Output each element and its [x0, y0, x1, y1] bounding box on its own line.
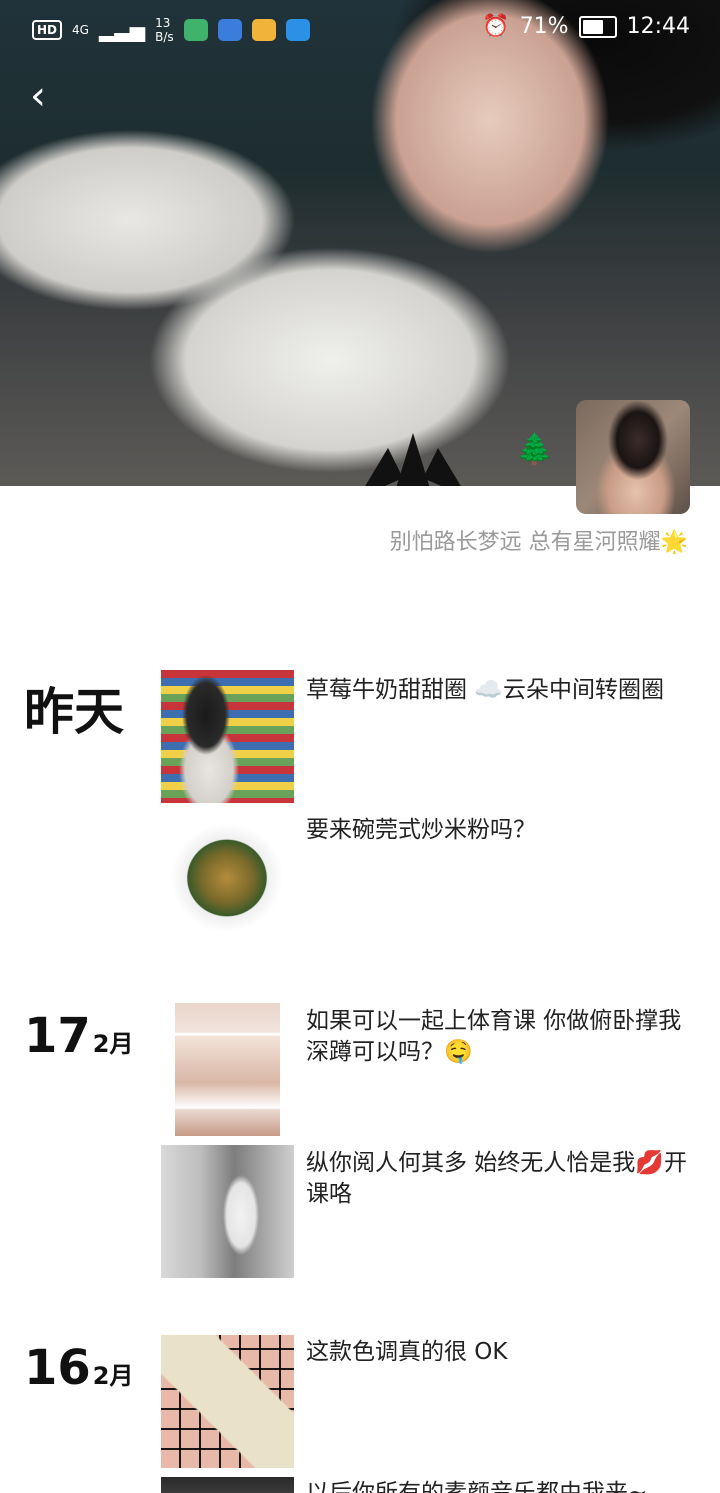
star-icon: 🌟 [660, 530, 688, 555]
signature-text: 别怕路长梦远 总有星河照耀 [389, 530, 661, 555]
status-right: ⏰ 71% 12:44 [482, 14, 690, 39]
post-text[interactable]: 纵你阅人何其多 始终无人恰是我💋开课咯 [306, 1148, 696, 1210]
post-text[interactable]: 这款色调真的很 OK [306, 1337, 696, 1368]
post-thumbnail[interactable] [161, 1477, 294, 1493]
profile-signature: 别怕路长梦远 总有星河照耀🌟 [390, 524, 688, 556]
date-day: 17 [24, 1008, 91, 1064]
app-notification-icon [183, 19, 208, 41]
post-thumbnail[interactable] [161, 1335, 294, 1468]
network-type: 4G [72, 23, 89, 37]
date-month: 2月 [92, 1030, 134, 1058]
clock: 12:44 [626, 14, 690, 39]
battery-icon [578, 15, 617, 38]
back-button[interactable]: ‹ [18, 76, 58, 120]
date-day: 16 [24, 1340, 91, 1396]
trefoil-logo [365, 433, 461, 486]
post-text[interactable]: 如果可以一起上体育课 你做俯卧撑我深蹲可以吗？🤤 [306, 1006, 696, 1068]
post-thumbnail[interactable] [161, 670, 294, 803]
date-label: 162月 [24, 1344, 134, 1400]
avatar[interactable] [576, 400, 690, 514]
post-thumbnail[interactable] [161, 812, 294, 945]
battery-percent: 71% [519, 14, 569, 39]
christmas-tree-icon: 🌲 [516, 432, 554, 467]
alipay-icon [285, 19, 310, 41]
post-thumbnail[interactable] [161, 1145, 294, 1278]
post-text[interactable]: 以后你所有的素颜音乐都由我来~ [306, 1478, 696, 1493]
net-speed-unit: B/s [155, 30, 174, 44]
alarm-icon: ⏰ [482, 14, 510, 39]
status-bar: HD 4G ▂▃▅ 13 B/s ⏰ 71% 12:44 [0, 0, 720, 56]
chevron-left-icon: ‹ [30, 73, 46, 119]
post-text[interactable]: 草莓牛奶甜甜圈 ☁️云朵中间转圈圈 [306, 675, 696, 706]
post-thumbnail[interactable] [175, 1003, 280, 1136]
status-left: HD 4G ▂▃▅ 13 B/s [32, 16, 310, 44]
date-month: 2月 [92, 1362, 134, 1390]
hd-badge: HD [32, 20, 63, 40]
message-app-icon [251, 19, 276, 41]
signal-icon: ▂▃▅ [98, 18, 146, 42]
post-text[interactable]: 要来碗莞式炒米粉吗？ [306, 815, 696, 846]
date-label: 172月 [24, 1012, 134, 1068]
date-label-yesterday: 昨天 [24, 683, 124, 741]
net-speed-value: 13 [155, 16, 171, 30]
net-speed: 13 B/s [155, 16, 174, 44]
paw-app-icon [217, 19, 242, 41]
